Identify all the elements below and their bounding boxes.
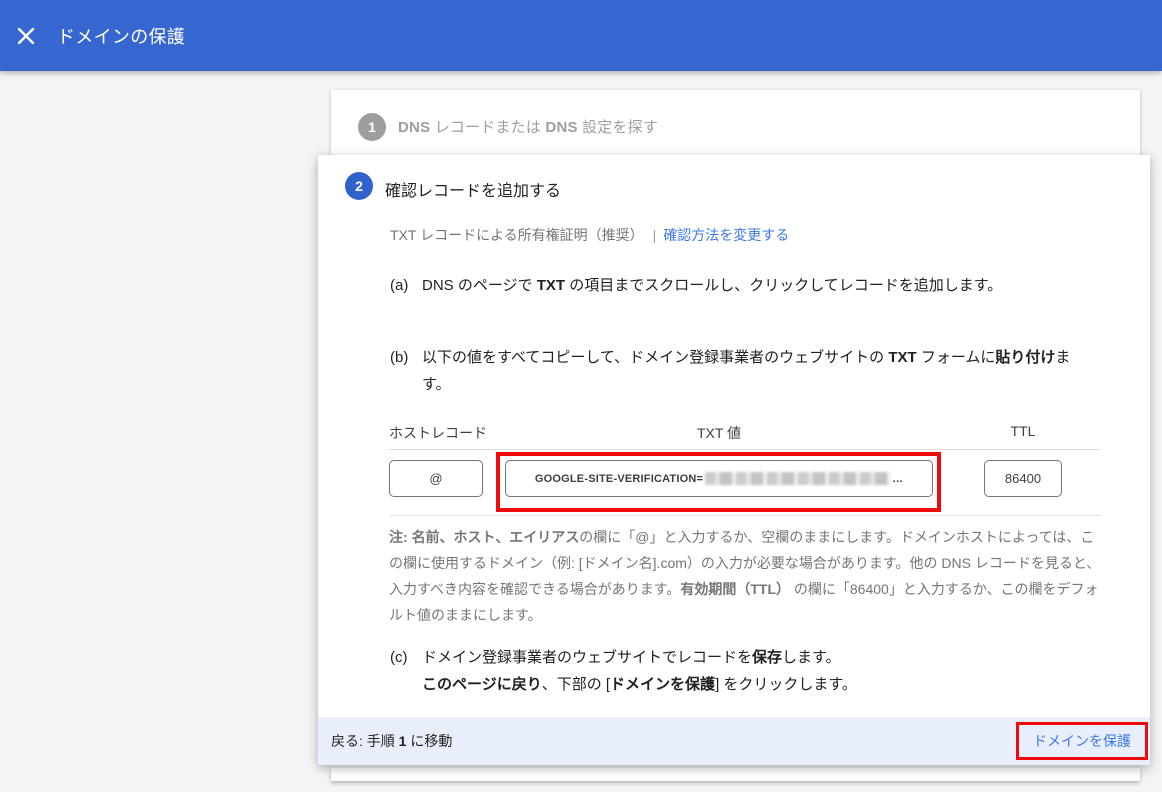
- host-record-value-box[interactable]: @: [389, 460, 483, 497]
- text-segment: ドメイン登録事業者のウェブサイトでレコードを: [422, 649, 752, 666]
- text-segment: 、下部の [: [542, 676, 610, 693]
- protect-domain-button[interactable]: ドメインを保護: [1033, 731, 1131, 751]
- instruction-a-label: (a): [390, 272, 422, 299]
- note-paragraph: 注: 名前、ホスト、エイリアスの欄に「@」と入力するか、空欄のままにします。ドメ…: [389, 524, 1105, 628]
- table-divider-top: [389, 449, 1101, 450]
- text-segment: の項目までスクロールし、クリックしてレコードを追加します。: [565, 277, 1002, 294]
- step3-card-sliver: [331, 768, 1140, 781]
- instruction-b: (b)以下の値をすべてコピーして、ドメイン登録事業者のウェブサイトの TXT フ…: [390, 344, 1082, 398]
- step2-title: 確認レコードを追加する: [385, 172, 561, 201]
- separator: |: [653, 227, 657, 243]
- instruction-a: (a)DNS のページで TXT の項目までスクロールし、クリックしてレコードを…: [390, 272, 1082, 299]
- text-segment: フォームに: [917, 349, 996, 366]
- topbar: ドメインの保護: [0, 0, 1162, 71]
- step1-number-badge: 1: [358, 113, 386, 141]
- instruction-c: (c)ドメイン登録事業者のウェブサイトでレコードを保存します。このページに戻り、…: [390, 644, 1082, 698]
- text-segment: 貼り付け: [995, 349, 1055, 366]
- dialog-title: ドメインの保護: [57, 23, 185, 49]
- text-segment: します。: [782, 649, 841, 666]
- txt-value-prefix: GOOGLE-SITE-VERIFICATION=: [535, 473, 703, 485]
- instruction-b-text: 以下の値をすべてコピーして、ドメイン登録事業者のウェブサイトの TXT フォーム…: [422, 344, 1082, 398]
- text-segment: に移動: [406, 733, 452, 749]
- text-segment: DNS のページで: [422, 277, 537, 294]
- text-segment: レコードまたは: [430, 119, 545, 136]
- back-to-step1-text: 戻る: 手順 1 に移動: [331, 731, 452, 751]
- text-segment: このページに戻り: [422, 676, 542, 693]
- instruction-b-label: (b): [390, 344, 422, 371]
- dns-record-table: ホストレコード TXT 値 TTL @ GOOGLE-SITE-VERIFICA…: [389, 423, 1101, 517]
- change-method-link[interactable]: 確認方法を変更する: [663, 227, 789, 243]
- text-segment: ] をクリックします。: [715, 676, 857, 693]
- step2-header: 2 確認レコードを追加する: [318, 155, 1150, 201]
- table-divider-bottom: [389, 515, 1101, 516]
- column-header-host: ホストレコード: [389, 423, 487, 443]
- step2-number-badge: 2: [345, 172, 373, 200]
- step2-footer-bar: 戻る: 手順 1 に移動 ドメインを保護: [318, 717, 1150, 765]
- column-header-ttl: TTL: [984, 423, 1062, 439]
- instruction-a-text: DNS のページで TXT の項目までスクロールし、クリックしてレコードを追加し…: [422, 272, 1082, 299]
- text-segment: 注:: [389, 529, 412, 545]
- text-segment: 有効期間（TTL）: [680, 581, 790, 597]
- ttl-value-box[interactable]: 86400: [984, 460, 1062, 497]
- close-icon-glyph: [17, 27, 35, 45]
- verification-method-label: TXT レコードによる所有権証明（推奨）: [390, 227, 644, 243]
- highlight-box-protect-button: ドメインを保護: [1016, 722, 1148, 760]
- instruction-c-line2: このページに戻り、下部の [ドメインを保護] をクリックします。: [422, 676, 857, 693]
- text-segment: TXT: [888, 349, 916, 366]
- text-segment: DNS: [545, 119, 577, 136]
- text-segment: DNS: [398, 119, 430, 136]
- txt-value-box[interactable]: GOOGLE-SITE-VERIFICATION= …: [505, 460, 933, 497]
- step1-card: 1 DNS レコードまたは DNS 設定を探す: [331, 90, 1140, 163]
- step2-card: 2 確認レコードを追加する TXT レコードによる所有権証明（推奨） | 確認方法を…: [318, 155, 1150, 765]
- step1-title: DNS レコードまたは DNS 設定を探す: [398, 116, 658, 137]
- txt-value-ellipsis: …: [892, 473, 903, 485]
- txt-value-redacted-blur: [705, 472, 891, 485]
- instruction-c-line1: ドメイン登録事業者のウェブサイトでレコードを保存します。: [422, 649, 841, 666]
- column-header-txt-value: TXT 値: [505, 423, 933, 443]
- verification-method-line: TXT レコードによる所有権証明（推奨） | 確認方法を変更する: [390, 225, 789, 245]
- text-segment: 保存: [752, 649, 782, 666]
- instruction-c-text: ドメイン登録事業者のウェブサイトでレコードを保存します。このページに戻り、下部の…: [422, 644, 1082, 698]
- text-segment: ドメインを保護: [610, 676, 715, 693]
- text-segment: 名前、ホスト、エイリアス: [412, 529, 580, 545]
- close-icon[interactable]: [6, 16, 46, 56]
- text-segment: 戻る: 手順: [331, 733, 399, 749]
- text-segment: TXT: [537, 277, 565, 294]
- text-segment: 以下の値をすべてコピーして、ドメイン登録事業者のウェブサイトの: [422, 349, 888, 366]
- text-segment: 設定を探す: [578, 119, 658, 136]
- instruction-c-label: (c): [390, 644, 422, 671]
